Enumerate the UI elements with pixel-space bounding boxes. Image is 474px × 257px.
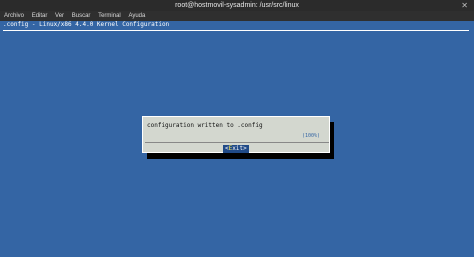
window-title: root@hostmovil-sysadmin: /usr/src/linux [175, 2, 299, 9]
dialog-percent: (100%) [301, 133, 320, 139]
close-icon[interactable]: ✕ [461, 0, 468, 11]
menu-ver[interactable]: Ver [55, 13, 64, 19]
dialog-divider [145, 142, 329, 143]
window-titlebar: root@hostmovil-sysadmin: /usr/src/linux … [0, 0, 474, 11]
menu-buscar[interactable]: Buscar [72, 13, 91, 19]
menu-ayuda[interactable]: Ayuda [128, 13, 145, 19]
terminal-area[interactable]: .config - Linux/x86 4.4.0 Kernel Configu… [0, 21, 474, 257]
dialog-message: configuration written to .config [147, 122, 263, 129]
config-title: .config - Linux/x86 4.4.0 Kernel Configu… [3, 21, 170, 28]
menu-terminal[interactable]: Terminal [98, 13, 121, 19]
exit-right-bracket: > [243, 145, 247, 152]
message-dialog: configuration written to .config (100%) … [142, 116, 330, 153]
menu-archivo[interactable]: Archivo [4, 13, 24, 19]
menu-editar[interactable]: Editar [32, 13, 48, 19]
title-divider [3, 30, 469, 31]
menubar: Archivo Editar Ver Buscar Terminal Ayuda [0, 11, 474, 21]
exit-button[interactable]: <Exit> [223, 145, 249, 153]
exit-label: xit [232, 145, 244, 152]
